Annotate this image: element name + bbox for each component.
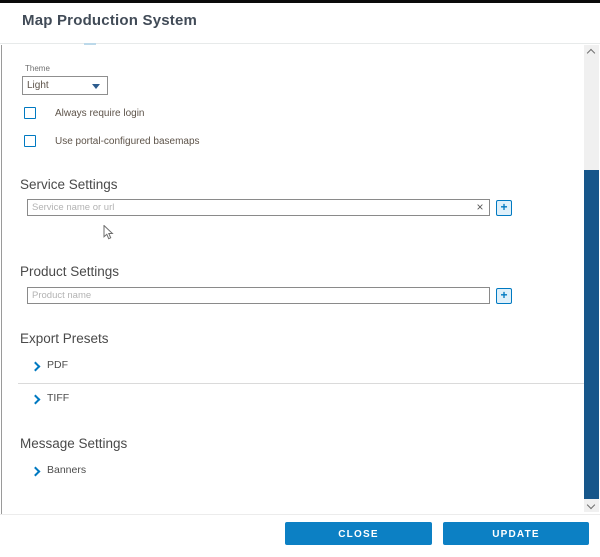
update-button[interactable]: UPDATE xyxy=(443,522,589,545)
footer-divider xyxy=(0,514,600,515)
banners-expander[interactable]: Banners xyxy=(32,464,86,479)
export-presets-heading: Export Presets xyxy=(20,331,109,346)
pdf-preset-label: PDF xyxy=(47,359,68,371)
add-service-button[interactable]: + xyxy=(496,200,512,216)
theme-select[interactable]: Light xyxy=(22,76,108,95)
chevron-right-icon xyxy=(31,467,41,477)
preset-divider xyxy=(18,383,584,384)
banners-label: Banners xyxy=(47,464,86,476)
close-button[interactable]: CLOSE xyxy=(285,522,432,545)
service-settings-heading: Service Settings xyxy=(20,177,118,192)
always-require-login-label: Always require login xyxy=(55,108,145,119)
chevron-right-icon xyxy=(31,395,41,405)
chevron-right-icon xyxy=(31,362,41,372)
chevron-down-icon xyxy=(587,501,595,509)
service-name-input[interactable] xyxy=(27,199,490,216)
portal-basemaps-checkbox[interactable] xyxy=(24,135,36,147)
scroll-up-button[interactable] xyxy=(584,45,599,57)
tiff-preset-expander[interactable]: TIFF xyxy=(32,392,69,407)
mouse-cursor xyxy=(103,225,115,241)
page-title: Map Production System xyxy=(22,12,197,29)
divider-highlight xyxy=(84,43,96,45)
window-top-edge xyxy=(0,0,600,3)
add-product-button[interactable]: + xyxy=(496,288,512,304)
message-settings-heading: Message Settings xyxy=(20,436,127,451)
theme-selected-value: Light xyxy=(27,80,49,91)
map-production-system-dialog: Map Production System Theme Light Always… xyxy=(0,0,600,557)
vertical-scrollbar[interactable] xyxy=(584,45,599,512)
clear-icon[interactable]: × xyxy=(473,200,487,214)
scrollbar-thumb[interactable] xyxy=(584,170,599,499)
plus-icon: + xyxy=(500,200,507,214)
content-left-border xyxy=(1,45,2,514)
scroll-down-button[interactable] xyxy=(584,500,599,512)
product-settings-heading: Product Settings xyxy=(20,264,119,279)
always-require-login-checkbox[interactable] xyxy=(24,107,36,119)
plus-icon: + xyxy=(500,288,507,302)
chevron-up-icon xyxy=(587,49,595,57)
tiff-preset-label: TIFF xyxy=(47,392,69,404)
product-name-input[interactable] xyxy=(27,287,490,304)
theme-label: Theme xyxy=(25,64,50,73)
portal-basemaps-label: Use portal-configured basemaps xyxy=(55,136,200,147)
pdf-preset-expander[interactable]: PDF xyxy=(32,359,68,374)
chevron-down-icon xyxy=(92,84,100,89)
